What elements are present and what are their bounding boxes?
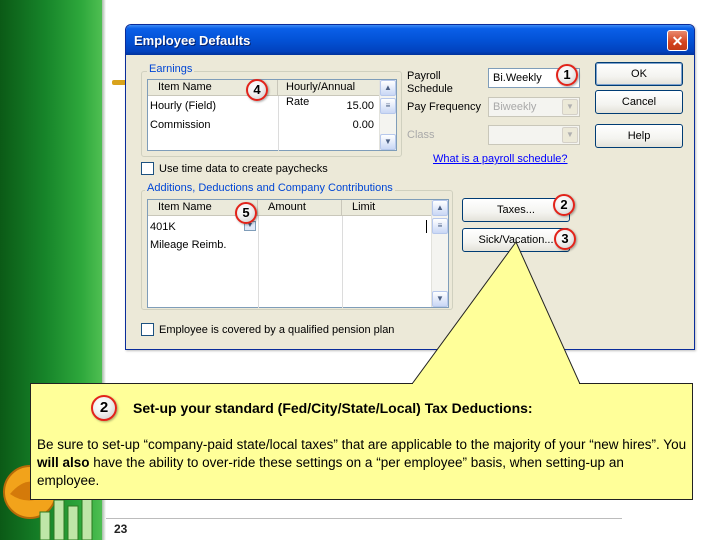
callout-body-part-2: have the ability to over-ride these sett… (37, 455, 624, 488)
text-cursor (426, 220, 427, 233)
earnings-scrollbar[interactable]: ▲ ≡ ▼ (379, 80, 396, 150)
callout-tail-join (413, 383, 579, 385)
dialog-titlebar[interactable]: Employee Defaults ✕ (126, 25, 694, 55)
additions-row-1-name[interactable]: 401K (150, 220, 176, 234)
pension-plan-checkbox[interactable] (141, 323, 154, 336)
chevron-down-icon[interactable]: ▼ (562, 99, 578, 115)
use-time-data-label[interactable]: Use time data to create paychecks (159, 163, 328, 176)
callout-badge-2-large: 2 (91, 395, 117, 421)
earnings-row-1-name[interactable]: Hourly (Field) (150, 99, 216, 113)
scroll-down-icon[interactable]: ▼ (432, 291, 448, 307)
callout-badge-3: 3 (554, 228, 576, 250)
pay-frequency-value: Biweekly (493, 101, 537, 113)
additions-legend: Additions, Deductions and Company Contri… (145, 182, 395, 194)
callout-title: Set-up your standard (Fed/City/State/Loc… (133, 400, 533, 416)
payroll-schedule-help-link[interactable]: What is a payroll schedule? (433, 153, 568, 165)
help-button[interactable]: Help (595, 124, 683, 148)
scroll-up-icon[interactable]: ▲ (432, 200, 448, 216)
footer-rule (106, 518, 622, 519)
additions-col-limit[interactable]: Limit (342, 200, 433, 216)
scroll-thumb[interactable]: ≡ (432, 218, 448, 234)
cancel-button[interactable]: Cancel (595, 90, 683, 114)
callout-badge-5: 5 (235, 202, 257, 224)
close-button[interactable]: ✕ (667, 30, 688, 51)
earnings-col-rate[interactable]: Hourly/Annual Rate (278, 80, 381, 108)
dialog-title: Employee Defaults (134, 33, 251, 48)
scroll-down-icon[interactable]: ▼ (380, 134, 396, 150)
additions-row-2-name[interactable]: Mileage Reimb. (150, 238, 226, 252)
pension-plan-label[interactable]: Employee is covered by a qualified pensi… (159, 324, 394, 337)
callout-body: Be sure to set-up “company-paid state/lo… (37, 436, 687, 490)
earnings-col-divider (278, 96, 279, 151)
scroll-thumb[interactable]: ≡ (380, 98, 396, 114)
additions-table: Item Name Amount Limit 401K Mileage Reim… (147, 199, 449, 308)
callout-badge-4: 4 (246, 79, 268, 101)
info-callout: 2 Set-up your standard (Fed/City/State/L… (30, 383, 693, 500)
class-label: Class (407, 129, 435, 141)
chevron-down-icon[interactable]: ▼ (562, 127, 578, 143)
earnings-row-2-rate[interactable]: 0.00 (298, 118, 374, 132)
callout-body-part-1: Be sure to set-up “company-paid state/lo… (37, 437, 687, 452)
payroll-schedule-label-line2: Schedule (407, 83, 453, 95)
payroll-schedule-label: Payroll Schedule (407, 70, 453, 96)
earnings-row-2-name[interactable]: Commission (150, 118, 211, 132)
use-time-data-checkbox[interactable] (141, 162, 154, 175)
additions-col-divider-1 (258, 216, 259, 308)
pay-frequency-label: Pay Frequency (407, 101, 481, 113)
earnings-table: Item Name Hourly/Annual Rate Hourly (Fie… (147, 79, 397, 151)
callout-badge-2: 2 (553, 194, 575, 216)
callout-body-emphasis: will also (37, 455, 90, 470)
class-select[interactable]: ▼ (488, 125, 580, 145)
page-number: 23 (114, 522, 128, 536)
employee-defaults-dialog: Employee Defaults ✕ Earnings Item Name H… (125, 24, 695, 350)
ok-button[interactable]: OK (595, 62, 683, 86)
additions-col-divider-2 (342, 216, 343, 308)
earnings-legend: Earnings (147, 63, 195, 75)
additions-col-amount[interactable]: Amount (258, 200, 342, 216)
close-icon: ✕ (671, 32, 684, 49)
additions-scrollbar[interactable]: ▲ ≡ ▼ (431, 200, 448, 307)
payroll-schedule-label-line1: Payroll (407, 70, 441, 82)
scroll-up-icon[interactable]: ▲ (380, 80, 396, 96)
pay-frequency-select[interactable]: Biweekly ▼ (488, 97, 580, 117)
callout-badge-1: 1 (556, 64, 578, 86)
earnings-row-1-rate[interactable]: 15.00 (298, 99, 374, 113)
